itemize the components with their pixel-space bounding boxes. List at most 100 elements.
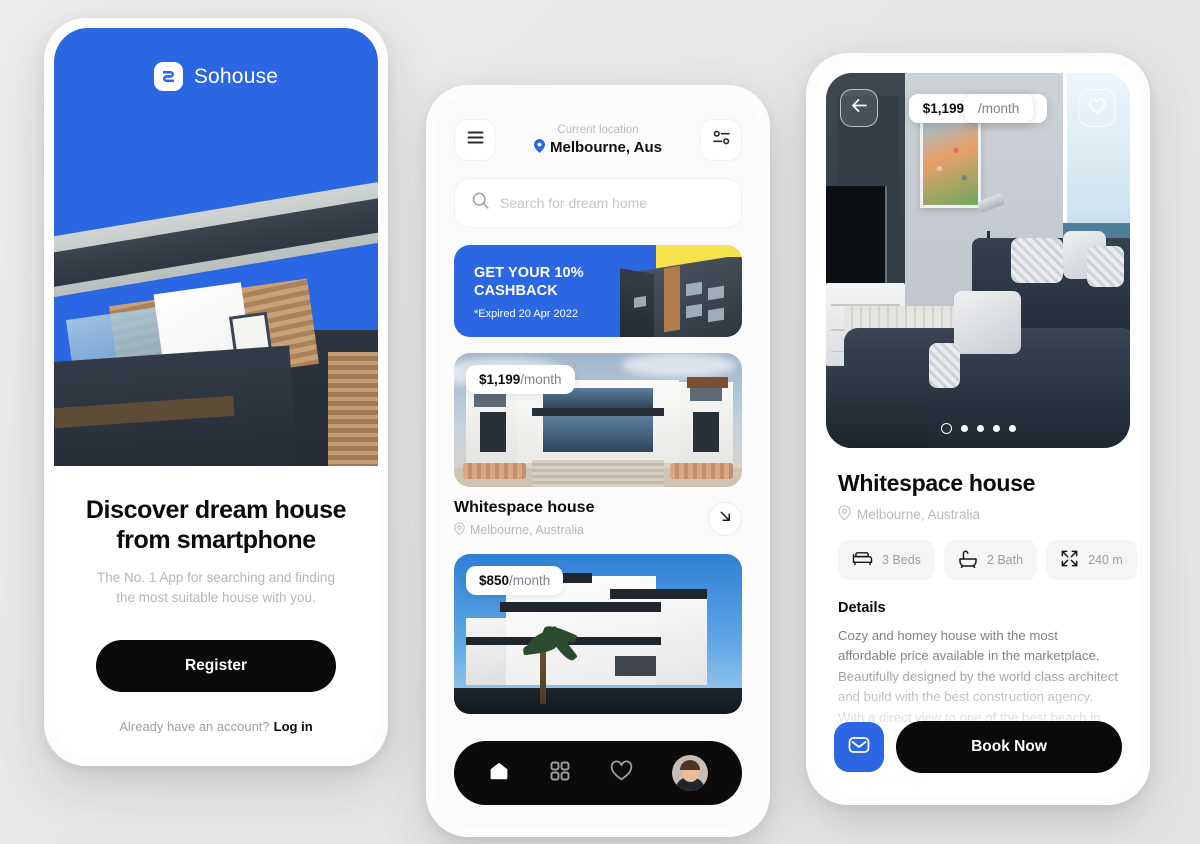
gallery-dot[interactable] — [1008, 425, 1016, 432]
search-input[interactable]: Search for dream home — [454, 178, 742, 228]
listing-price-unit: /month — [509, 573, 551, 588]
tab-favorites[interactable] — [610, 760, 633, 786]
listing-photo: $1,199/month — [454, 353, 742, 487]
title-line-2: from smartphone — [116, 525, 316, 554]
spec-area: 240 m — [1046, 540, 1137, 580]
tab-explore[interactable] — [549, 760, 571, 787]
account-prompt-text: Already have an account? — [119, 718, 270, 734]
filter-sliders-icon — [712, 129, 731, 151]
current-location[interactable]: Current location Melbourne, Aus — [506, 124, 690, 157]
detail-screen: $1,199/month Whitespace house Melbourne,… — [816, 63, 1140, 795]
envelope-icon — [847, 733, 871, 762]
listing-price: $1,199 — [479, 372, 521, 387]
heart-icon — [610, 760, 633, 786]
spec-baths: 2 Bath — [943, 540, 1038, 580]
search-icon — [472, 192, 489, 214]
expand-icon — [1060, 549, 1079, 571]
phone-detail: $1,199/month Whitespace house Melbourne,… — [806, 53, 1150, 805]
location-pin-icon — [454, 522, 465, 538]
arrow-down-right-icon — [718, 509, 733, 529]
register-button[interactable]: Register — [96, 639, 336, 692]
back-button[interactable] — [840, 89, 878, 127]
property-location-text: Melbourne, Australia — [857, 506, 981, 522]
tab-home[interactable] — [488, 760, 510, 787]
promo-expiry: *Expired 20 Apr 2022 — [474, 308, 578, 321]
gallery-toolbar: $1,199/month — [826, 73, 1130, 143]
home-screen: Current location Melbourne, Aus Search f… — [436, 95, 760, 827]
subtitle-line-1: The No. 1 App for searching and finding — [97, 570, 335, 585]
listing-location: Melbourne, Australia — [454, 522, 708, 538]
listing-price-badge: $850/month — [466, 566, 564, 595]
page-title: Discover dream house from smartphone — [84, 496, 348, 555]
book-now-button[interactable]: Book Now — [896, 721, 1122, 773]
spec-baths-label: 2 Bath — [986, 553, 1024, 567]
canvas: Sohouse Discover dream house from smartp… — [0, 0, 1200, 844]
home-icon — [488, 760, 510, 787]
details-heading: Details — [838, 600, 886, 616]
listing-location-text: Melbourne, Australia — [470, 523, 584, 537]
hero-section: Sohouse — [54, 28, 378, 466]
onboarding-copy: Discover dream house from smartphone The… — [54, 466, 378, 734]
avatar — [672, 755, 709, 791]
login-prompt: Already have an account? Log in — [84, 719, 348, 734]
gallery-dot[interactable] — [992, 425, 1000, 432]
gallery-dot[interactable] — [960, 425, 968, 432]
phone-onboarding: Sohouse Discover dream house from smartp… — [44, 18, 388, 766]
detail-price-unit: /month — [964, 93, 1034, 123]
detail-price-badge: $1,199/month — [888, 93, 1068, 123]
subtitle-line-2: the most suitable house with you. — [116, 590, 316, 606]
cashback-promo-banner[interactable]: GET YOUR 10% CASHBACK *Expired 20 Apr 20… — [454, 245, 742, 337]
promo-headline-2: CASHBACK — [474, 283, 558, 300]
filter-button[interactable] — [700, 119, 742, 161]
listing-price-unit: /month — [520, 372, 562, 387]
bed-icon — [852, 550, 873, 570]
gallery-dot[interactable] — [976, 425, 984, 432]
spec-area-label: 240 m — [1088, 553, 1123, 567]
listing-price-badge: $1,199/month — [466, 365, 575, 394]
favorite-button[interactable] — [1078, 89, 1116, 127]
login-link[interactable]: Log in — [274, 719, 313, 734]
grid-icon — [549, 760, 571, 787]
location-label: Current location — [557, 123, 639, 136]
property-gallery[interactable]: $1,199/month — [826, 73, 1130, 448]
spec-beds: 3 Beds — [838, 540, 935, 580]
listing-price: $850 — [479, 573, 510, 588]
tab-profile[interactable] — [672, 755, 709, 791]
bath-icon — [958, 550, 978, 571]
location-value-row: Melbourne, Aus — [506, 138, 690, 157]
listing-meta: Whitespace house Melbourne, Australia — [454, 499, 742, 538]
promo-text-block: GET YOUR 10% CASHBACK *Expired 20 Apr 20… — [474, 264, 584, 320]
detail-action-bar: Book Now — [834, 721, 1122, 773]
location-value: Melbourne, Aus — [550, 139, 662, 156]
hero-architecture-photo — [54, 177, 378, 466]
promo-headline-1: GET YOUR 10% — [474, 265, 584, 281]
heart-icon — [1088, 97, 1106, 119]
hamburger-menu-icon — [467, 131, 484, 149]
location-pin-icon — [534, 138, 546, 157]
listing-card[interactable]: $1,199/month Whitespace house Melbourne,… — [454, 353, 742, 538]
listing-open-button[interactable] — [708, 501, 742, 536]
page-subtitle: The No. 1 App for searching and finding … — [84, 568, 348, 609]
arrow-left-icon — [851, 98, 868, 118]
listing-photo: $850/month — [454, 554, 742, 714]
listing-card[interactable]: $850/month — [454, 554, 742, 714]
home-header: Current location Melbourne, Aus — [436, 95, 760, 161]
listing-title: Whitespace house — [454, 499, 595, 516]
brand-name: Sohouse — [193, 64, 279, 88]
detail-price: $1,199 — [922, 100, 964, 116]
property-location: Melbourne, Australia — [838, 505, 1118, 523]
brand-lockup: Sohouse — [54, 62, 378, 91]
spec-beds-label: 3 Beds — [882, 553, 921, 567]
search-placeholder: Search for dream home — [500, 195, 648, 211]
sohouse-logo-icon — [153, 62, 183, 91]
bottom-tab-bar — [454, 741, 742, 805]
promo-building-photo — [620, 257, 742, 337]
phone-home: Current location Melbourne, Aus Search f… — [426, 85, 770, 837]
title-line-1: Discover dream house — [85, 496, 347, 524]
hamburger-menu-button[interactable] — [454, 119, 496, 161]
location-pin-icon — [838, 505, 851, 523]
onboarding-screen: Sohouse Discover dream house from smartp… — [54, 28, 378, 756]
message-button[interactable] — [834, 722, 884, 772]
gallery-dots — [826, 423, 1130, 434]
gallery-dot-active[interactable] — [940, 423, 952, 434]
